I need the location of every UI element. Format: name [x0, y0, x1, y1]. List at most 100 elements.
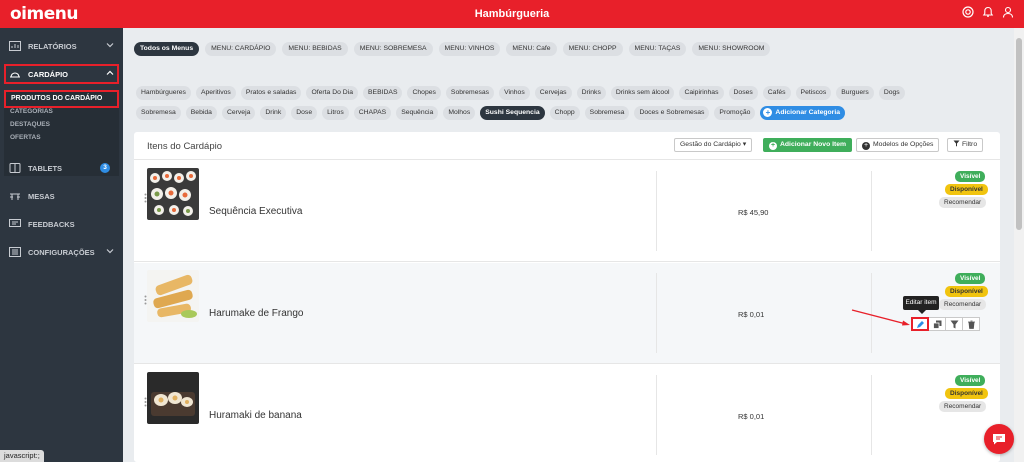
category-pill[interactable]: Hambúrgueres: [136, 86, 191, 100]
tab-menu[interactable]: MENU: Cafe: [506, 42, 557, 56]
tab-menu[interactable]: MENU: SHOWROOM: [692, 42, 771, 56]
settings-icon: [8, 247, 22, 257]
add-item-button[interactable]: + Adicionar Novo Item: [763, 138, 853, 152]
chevron-up-icon: [106, 70, 114, 75]
sidebar-item-tablets[interactable]: TABLETS 3: [8, 159, 118, 177]
filter-button[interactable]: Filtro: [947, 138, 984, 152]
category-pill[interactable]: Litros: [322, 106, 349, 120]
category-pill[interactable]: Dose: [291, 106, 318, 120]
sidebar-sub-categories[interactable]: CATEGORIAS: [10, 108, 53, 115]
tab-menu[interactable]: MENU: CHOPP: [562, 42, 623, 56]
menu-management-dropdown[interactable]: Gestão do Cardápio ▾: [674, 138, 753, 152]
sidebar-item-menu[interactable]: CARDÁPIO: [8, 65, 118, 83]
plus-icon: +: [862, 142, 870, 150]
add-category-button[interactable]: + Adicionar Categoria: [760, 106, 845, 120]
divider: [656, 171, 657, 251]
sidebar-sub-offers[interactable]: OFERTAS: [10, 134, 41, 141]
visible-badge[interactable]: Visível: [955, 273, 986, 284]
table-row[interactable]: Sequência Executiva R$ 45,90 Visível Dis…: [134, 161, 1000, 262]
chat-button[interactable]: [984, 424, 1014, 454]
tab-all-menus[interactable]: Todos os Menus: [134, 42, 200, 56]
category-pill[interactable]: Cafés: [762, 86, 791, 100]
category-pill[interactable]: Caipirinhas: [679, 86, 724, 100]
table-row[interactable]: Huramaki de banana R$ 0,01 Visível Dispo…: [134, 365, 1000, 462]
tab-menu[interactable]: MENU: SOBREMESA: [353, 42, 433, 56]
sidebar-item-settings[interactable]: CONFIGURAÇÕES: [8, 243, 118, 261]
card-header: Itens do Cardápio Gestão do Cardápio ▾ +…: [134, 132, 1000, 160]
category-pill[interactable]: Doces e Sobremesas: [634, 106, 710, 120]
recommend-badge[interactable]: Recomendar: [939, 401, 987, 412]
sidebar-item-label: RELATÓRIOS: [28, 41, 77, 51]
sidebar-item-feedbacks[interactable]: FEEDBACKS: [8, 215, 118, 233]
category-pill[interactable]: Drinks: [576, 86, 606, 100]
category-pill[interactable]: Petiscos: [795, 86, 832, 100]
category-pill[interactable]: Cervejas: [534, 86, 572, 100]
category-pill[interactable]: BEBIDAS: [363, 86, 403, 100]
recommend-badge[interactable]: Recomendar: [939, 299, 987, 310]
divider: [871, 375, 872, 455]
sidebar-item-tables[interactable]: MESAS: [8, 187, 118, 205]
duplicate-item-button[interactable]: [928, 317, 946, 331]
sidebar-sub-highlights[interactable]: DESTAQUES: [10, 121, 50, 128]
table-icon: [8, 191, 22, 201]
category-pill[interactable]: Sobremesas: [445, 86, 495, 100]
visible-badge[interactable]: Visível: [955, 375, 986, 386]
drag-handle-icon[interactable]: [144, 193, 147, 203]
item-name: Huramaki de banana: [209, 410, 302, 421]
drag-handle-icon[interactable]: [144, 295, 147, 305]
item-thumbnail: [147, 270, 199, 322]
category-pill-active[interactable]: Sushi Sequencia: [480, 106, 545, 120]
sidebar-item-reports[interactable]: RELATÓRIOS: [8, 37, 118, 55]
delete-item-button[interactable]: [962, 317, 980, 331]
table-row[interactable]: Harumake de Frango R$ 0,01 Visível Dispo…: [134, 263, 1000, 364]
tab-menu[interactable]: MENU: TAÇAS: [628, 42, 687, 56]
tab-menu[interactable]: MENU: VINHOS: [438, 42, 501, 56]
recommend-badge[interactable]: Recomendar: [939, 197, 987, 208]
item-actions: [911, 317, 980, 331]
tab-menu[interactable]: MENU: BEBIDAS: [282, 42, 348, 56]
sidebar-item-label: CONFIGURAÇÕES: [28, 247, 95, 257]
available-badge[interactable]: Disponível: [945, 388, 988, 399]
reports-icon: [8, 41, 22, 51]
category-pill[interactable]: Drink: [260, 106, 287, 120]
category-pill[interactable]: Pratos e saladas: [240, 86, 302, 100]
category-pill[interactable]: Chopp: [549, 106, 580, 120]
category-pill[interactable]: Drinks sem álcool: [610, 86, 675, 100]
category-pill[interactable]: Bebida: [185, 106, 217, 120]
category-pill[interactable]: Chopes: [407, 86, 441, 100]
bell-icon[interactable]: [982, 6, 994, 18]
drag-handle-icon[interactable]: [144, 397, 147, 407]
edit-item-button[interactable]: [911, 317, 929, 331]
scrollbar-thumb[interactable]: [1016, 38, 1022, 230]
card-title: Itens do Cardápio: [147, 141, 222, 152]
category-pill[interactable]: Oferta Do Dia: [306, 86, 359, 100]
category-pill[interactable]: Sobremesa: [136, 106, 181, 120]
divider: [871, 171, 872, 251]
edit-item-tooltip: Editar item: [903, 296, 939, 314]
support-icon[interactable]: [962, 6, 974, 18]
filter-label: Filtro: [962, 141, 978, 148]
item-filter-button[interactable]: [945, 317, 963, 331]
available-badge[interactable]: Disponível: [945, 286, 988, 297]
item-price: R$ 0,01: [738, 310, 765, 319]
item-price: R$ 0,01: [738, 412, 765, 421]
category-pill[interactable]: Doses: [728, 86, 758, 100]
category-pill[interactable]: Sobremesa: [584, 106, 630, 120]
user-icon[interactable]: [1002, 6, 1014, 18]
tab-menu[interactable]: MENU: CARDÁPIO: [205, 42, 277, 56]
add-item-label: Adicionar Novo Item: [780, 141, 847, 148]
option-templates-button[interactable]: + Modelos de Opções: [856, 138, 940, 152]
sidebar-sub-products[interactable]: PRODUTOS DO CARDÁPIO: [11, 95, 102, 102]
category-pill[interactable]: Molhos: [443, 106, 476, 120]
category-pill[interactable]: Burguers: [836, 86, 874, 100]
category-pill[interactable]: Dogs: [878, 86, 905, 100]
category-pill[interactable]: Sequência: [396, 106, 439, 120]
category-pill[interactable]: Promoção: [714, 106, 756, 120]
available-badge[interactable]: Disponível: [945, 184, 988, 195]
category-pill[interactable]: Cerveja: [221, 106, 256, 120]
category-pill[interactable]: CHAPAS: [353, 106, 392, 120]
category-pill[interactable]: Vinhos: [499, 86, 530, 100]
visible-badge[interactable]: Visível: [955, 171, 986, 182]
menu-tabs: Todos os Menus MENU: CARDÁPIO MENU: BEBI…: [134, 42, 771, 56]
category-pill[interactable]: Aperitivos: [195, 86, 236, 100]
